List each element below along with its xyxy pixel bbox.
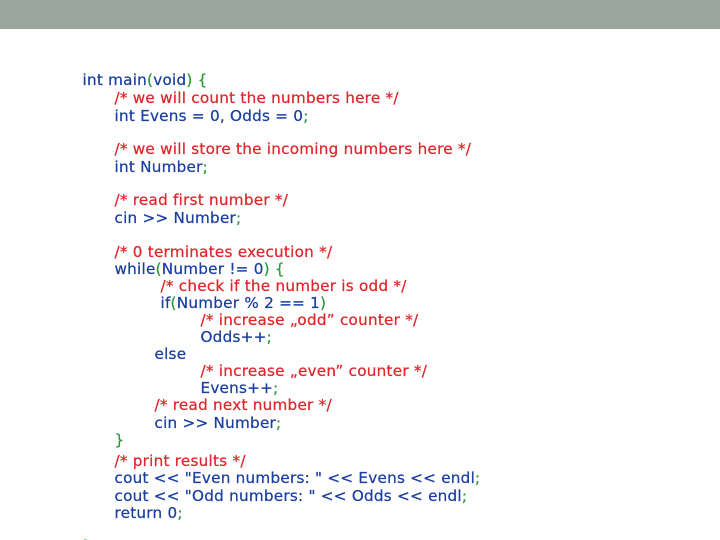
code-line-7: cin >> Number;	[84, 191, 241, 227]
code-line-10: /* check if the number is odd */	[130, 259, 407, 295]
code-line-14: else	[124, 327, 186, 363]
code-line-2: /* we will count the numbers here */	[84, 71, 399, 107]
code-semicolon: ;	[461, 487, 468, 505]
code-line-3: int Evens = 0, Odds = 0;	[84, 89, 309, 125]
code-line-11: if(Number % 2 == 1)	[130, 276, 326, 312]
code-line-4: /* we will store the incoming numbers he…	[84, 122, 471, 158]
code-line-5: int Number;	[84, 140, 208, 176]
code-line-9: while(Number != 0) {	[84, 242, 285, 278]
code-line-24: }	[52, 519, 92, 540]
slide-top-bar	[0, 0, 720, 29]
code-text: return 0	[114, 504, 178, 522]
code-line-16: Evens++;	[170, 361, 279, 397]
code-line-13: Odds++;	[170, 310, 272, 346]
code-semicolon: ;	[177, 504, 183, 522]
code-line-1: int main(void) {	[52, 53, 208, 89]
code-semicolon: ;	[276, 414, 282, 432]
code-line-17: /* read next number */	[124, 378, 332, 414]
code-line-8: /* 0 terminates execution */	[84, 225, 332, 261]
code-line-19: }	[84, 413, 124, 449]
code-line-18: cin >> Number;	[124, 396, 281, 432]
code-line-12: /* increase „odd” counter */	[170, 293, 418, 329]
code-line-22: cout << "Odd numbers: " << Odds << endl;	[84, 469, 467, 505]
code-line-20: /* print results */	[84, 434, 246, 470]
code-line-6: /* read first number */	[84, 173, 288, 209]
code-line-23: return 0;	[84, 486, 183, 522]
slide: int main(void) { /* we will count the nu…	[0, 0, 720, 540]
code-text: cin >> Number	[154, 414, 277, 432]
code-line-21: cout << "Even numbers: " << Evens << end…	[84, 451, 480, 487]
code-semicolon: ;	[475, 469, 481, 487]
code-line-15: /* increase „even” counter */	[170, 344, 427, 380]
